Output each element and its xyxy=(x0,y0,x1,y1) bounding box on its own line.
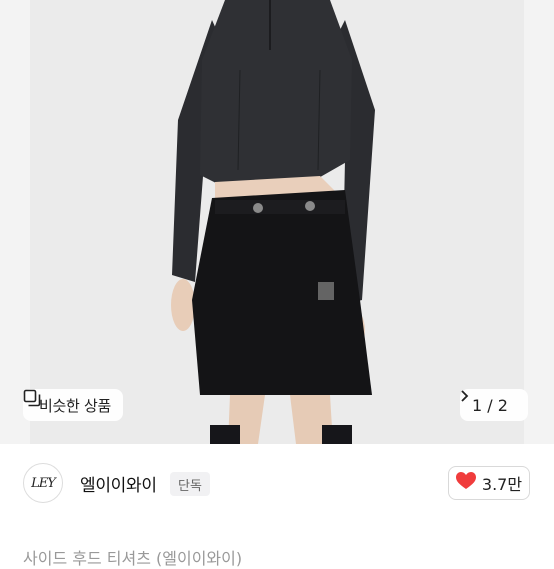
similar-products-button[interactable]: 비슷한 상품 xyxy=(23,389,123,421)
like-count: 3.7만 xyxy=(481,475,523,494)
exclusive-badge: 단독 xyxy=(170,472,210,496)
product-image[interactable]: 비슷한 상품 1 / 2 xyxy=(0,0,554,444)
similar-products-label: 비슷한 상품 xyxy=(39,396,111,415)
image-pager[interactable]: 1 / 2 xyxy=(460,389,528,421)
like-button[interactable]: 3.7만 xyxy=(448,466,530,500)
seller-avatar[interactable]: LEY xyxy=(23,463,63,503)
product-title: 사이드 후드 티셔츠 (엘이이와이) xyxy=(23,549,243,568)
product-photo-illustration xyxy=(0,0,554,444)
pager-text: 1 / 2 xyxy=(472,395,508,415)
seller-name[interactable]: 엘이이와이 xyxy=(80,471,157,496)
heart-icon xyxy=(455,472,476,494)
seller-logo-text: LEY xyxy=(31,475,56,491)
